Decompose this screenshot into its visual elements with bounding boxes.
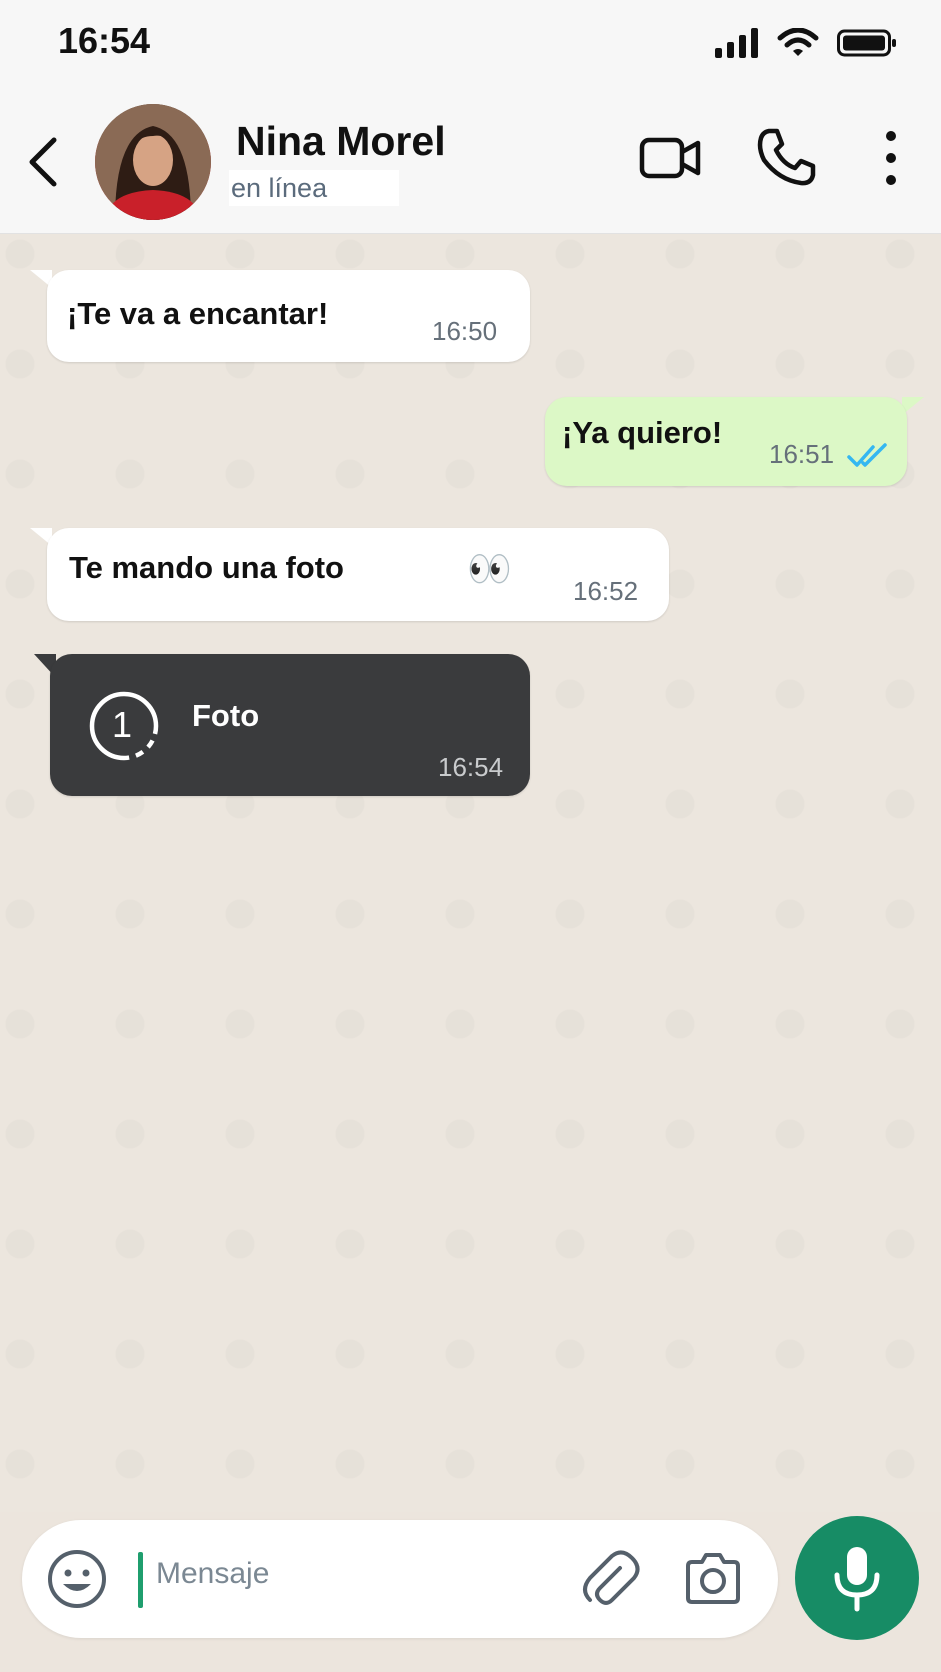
view-once-photo-message[interactable]: 1 Foto 16:54: [50, 654, 530, 796]
signal-icon: [715, 28, 758, 58]
message-composer: [22, 1520, 778, 1638]
message-input[interactable]: [156, 1544, 556, 1604]
message-time: 16:52: [573, 576, 639, 606]
message-time: 16:50: [432, 316, 498, 346]
video-call-icon[interactable]: [638, 126, 702, 190]
message-text: ¡Ya quiero!: [562, 415, 723, 450]
battery-icon: [837, 29, 896, 57]
microphone-icon: [834, 1547, 880, 1612]
message-text: ¡Te va a encantar!: [67, 296, 329, 331]
message-text: Te mando una foto: [69, 550, 344, 585]
eyes-emoji: 👀: [467, 549, 512, 590]
status-icons: [715, 28, 897, 58]
status-bar: 16:54: [0, 0, 941, 90]
avatar[interactable]: [95, 104, 211, 220]
emoji-icon[interactable]: [46, 1548, 108, 1610]
double-check-icon: [847, 443, 887, 467]
back-arrow-icon[interactable]: [22, 132, 62, 192]
attach-icon[interactable]: [578, 1546, 642, 1610]
text-cursor: [138, 1552, 143, 1608]
message-bubble-incoming[interactable]: Te mando una foto 👀 16:52: [47, 528, 669, 621]
message-time: 16:51: [769, 439, 835, 469]
more-options-icon[interactable]: [876, 126, 906, 190]
chat-area[interactable]: ¡Te va a encantar! 16:50 ¡Ya quiero! 16:…: [0, 234, 941, 1512]
message-bubble-outgoing[interactable]: ¡Ya quiero! 16:51: [545, 397, 907, 486]
phone-icon[interactable]: [755, 126, 817, 188]
message-time: 16:54: [438, 752, 504, 782]
contact-status: en línea: [229, 170, 400, 206]
view-once-count: 1: [112, 704, 133, 745]
message-bubble-incoming[interactable]: ¡Te va a encantar! 16:50: [47, 270, 530, 362]
status-time: 16:54: [58, 20, 151, 61]
wifi-icon: [777, 28, 819, 56]
contact-name[interactable]: Nina Morel: [236, 118, 446, 165]
chat-header: Nina Morel en línea: [0, 90, 941, 234]
photo-label: Foto: [192, 698, 260, 733]
camera-icon[interactable]: [682, 1548, 744, 1610]
microphone-button[interactable]: [795, 1516, 919, 1640]
avatar-image: [95, 104, 211, 220]
